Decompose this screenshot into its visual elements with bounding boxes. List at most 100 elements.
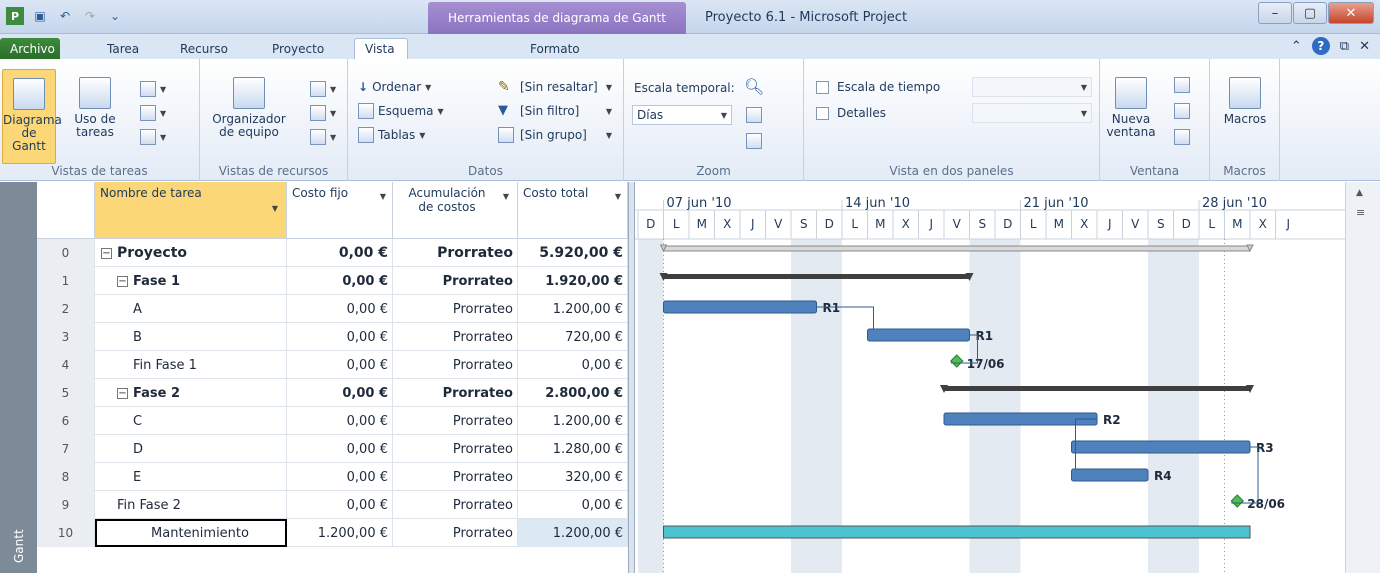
highlight-select[interactable]: [Sin resaltar] ▼ — [516, 77, 616, 97]
collapse-icon[interactable]: − — [117, 387, 128, 399]
outline-button[interactable]: Esquema ▼ — [358, 101, 444, 121]
fixed-cost-cell[interactable]: 0,00 € — [287, 295, 393, 323]
table-row[interactable]: 8 E 0,00 € Prorrateo 320,00 € — [37, 463, 628, 491]
tab-recurso[interactable]: Recurso — [170, 38, 238, 59]
team-planner-button[interactable]: Organizador de equipo — [204, 77, 294, 139]
tab-vista[interactable]: Vista — [354, 38, 408, 59]
cost-accrual-cell[interactable]: Prorrateo — [393, 463, 518, 491]
table-row[interactable]: 6 C 0,00 € Prorrateo 1.200,00 € — [37, 407, 628, 435]
details-checkbox[interactable]: Detalles — [816, 103, 886, 123]
row-id-cell[interactable]: 1 — [37, 267, 95, 295]
row-id-cell[interactable]: 9 — [37, 491, 95, 519]
header-select-all[interactable] — [37, 182, 95, 239]
fixed-cost-cell[interactable]: 0,00 € — [287, 379, 393, 407]
hide-window-icon[interactable] — [1174, 103, 1190, 119]
minimize-ribbon-icon[interactable]: ⌃ — [1291, 39, 1302, 54]
table-row[interactable]: 9 Fin Fase 2 0,00 € Prorrateo 0,00 € — [37, 491, 628, 519]
fixed-cost-cell[interactable]: 0,00 € — [287, 407, 393, 435]
task-name-cell[interactable]: Fin Fase 2 — [95, 491, 287, 519]
undo-icon[interactable]: ↶ — [56, 7, 74, 25]
fixed-cost-cell[interactable]: 1.200,00 € — [287, 519, 393, 547]
customize-toolbar-icon[interactable]: ⌄ — [106, 7, 124, 25]
other-views-button[interactable]: ▼ — [140, 127, 166, 147]
total-cost-cell[interactable]: 5.920,00 € — [518, 239, 628, 267]
task-name-cell[interactable]: B — [95, 323, 287, 351]
cost-accrual-cell[interactable]: Prorrateo — [393, 267, 518, 295]
timeline-checkbox[interactable]: Escala de tiempo — [816, 77, 940, 97]
cost-accrual-cell[interactable]: Prorrateo — [393, 239, 518, 267]
new-window-button[interactable]: Nueva ventana — [1106, 77, 1156, 139]
cost-accrual-cell[interactable]: Prorrateo — [393, 351, 518, 379]
table-row[interactable]: 3 B 0,00 € Prorrateo 720,00 € — [37, 323, 628, 351]
group-select[interactable]: [Sin grupo] ▼ — [516, 125, 616, 145]
table-row[interactable]: 10 Mantenimiento 1.200,00 € Prorrateo 1.200,… — [37, 519, 628, 547]
maximize-button[interactable]: ▢ — [1293, 2, 1327, 24]
resource-sheet-button[interactable]: ▼ — [310, 103, 336, 123]
cost-accrual-cell[interactable]: Prorrateo — [393, 295, 518, 323]
filter-select[interactable]: [Sin filtro] ▼ — [516, 101, 616, 121]
minimize-button[interactable]: – — [1258, 2, 1292, 24]
row-id-cell[interactable]: 6 — [37, 407, 95, 435]
restore-window-icon[interactable]: ⧉ — [1340, 39, 1349, 54]
row-id-cell[interactable]: 10 — [37, 519, 95, 547]
task-name-cell[interactable]: − Proyecto — [95, 239, 287, 267]
total-cost-cell[interactable]: 720,00 € — [518, 323, 628, 351]
row-id-cell[interactable]: 7 — [37, 435, 95, 463]
fixed-cost-cell[interactable]: 0,00 € — [287, 463, 393, 491]
table-row[interactable]: 4 Fin Fase 1 0,00 € Prorrateo 0,00 € — [37, 351, 628, 379]
total-cost-cell[interactable]: 0,00 € — [518, 491, 628, 519]
calendar-button[interactable]: ▼ — [140, 103, 166, 123]
tab-archivo[interactable]: Archivo — [0, 38, 60, 59]
task-name-cell[interactable]: − Fase 1 — [95, 267, 287, 295]
table-row[interactable]: 2 A 0,00 € Prorrateo 1.200,00 € — [37, 295, 628, 323]
other-resource-views-button[interactable]: ▼ — [310, 127, 336, 147]
table-row[interactable]: 1 − Fase 1 0,00 € Prorrateo 1.920,00 € — [37, 267, 628, 295]
row-id-cell[interactable]: 8 — [37, 463, 95, 491]
save-icon[interactable]: ▣ — [31, 7, 49, 25]
header-cost-accrual[interactable]: Acumulación de costos ▼ — [393, 182, 518, 239]
tables-button[interactable]: Tablas ▼ — [358, 125, 425, 145]
total-cost-cell[interactable]: 1.920,00 € — [518, 267, 628, 295]
total-cost-cell[interactable]: 1.200,00 € — [518, 407, 628, 435]
project-app-icon[interactable]: P — [6, 7, 24, 25]
vertical-scrollbar[interactable]: ▲ ≡ — [1345, 182, 1380, 573]
row-id-cell[interactable]: 0 — [37, 239, 95, 267]
gantt-chart[interactable]: 07 jun '10 14 jun '10 21 jun '10 28 jun '10… — [635, 182, 1345, 573]
collapse-icon[interactable]: − — [117, 275, 128, 287]
zoom-icon[interactable]: 🔍︎ — [744, 77, 764, 96]
header-total-cost[interactable]: Costo total ▼ — [518, 182, 628, 239]
view-bar[interactable]: Gantt — [0, 182, 37, 573]
selected-tasks-icon[interactable] — [746, 133, 762, 149]
redo-icon[interactable]: ↷ — [81, 7, 99, 25]
table-row[interactable]: 7 D 0,00 € Prorrateo 1.280,00 € — [37, 435, 628, 463]
fixed-cost-cell[interactable]: 0,00 € — [287, 351, 393, 379]
total-cost-cell[interactable]: 1.200,00 € — [518, 295, 628, 323]
entire-project-icon[interactable] — [746, 107, 762, 123]
total-cost-cell[interactable]: 2.800,00 € — [518, 379, 628, 407]
row-id-cell[interactable]: 4 — [37, 351, 95, 379]
row-id-cell[interactable]: 2 — [37, 295, 95, 323]
header-task-name[interactable]: Nombre de tarea ▼ — [95, 182, 287, 239]
fixed-cost-cell[interactable]: 0,00 € — [287, 323, 393, 351]
tab-proyecto[interactable]: Proyecto — [262, 38, 334, 59]
cost-accrual-cell[interactable]: Prorrateo — [393, 407, 518, 435]
switch-windows-icon[interactable] — [1174, 129, 1190, 145]
header-fixed-cost[interactable]: Costo fijo ▼ — [287, 182, 393, 239]
total-cost-cell[interactable]: 1.280,00 € — [518, 435, 628, 463]
task-name-cell[interactable]: A — [95, 295, 287, 323]
sort-button[interactable]: ↓ Ordenar ▼ — [358, 77, 431, 97]
table-row[interactable]: 0 − Proyecto 0,00 € Prorrateo 5.920,00 € — [37, 239, 628, 267]
timeline-select[interactable]: ▼ — [972, 77, 1092, 97]
total-cost-cell[interactable]: 0,00 € — [518, 351, 628, 379]
fixed-cost-cell[interactable]: 0,00 € — [287, 435, 393, 463]
resource-usage-button[interactable]: ▼ — [310, 79, 336, 99]
collapse-icon[interactable]: − — [101, 247, 112, 259]
total-cost-cell[interactable]: 1.200,00 € — [518, 519, 628, 547]
cost-accrual-cell[interactable]: Prorrateo — [393, 491, 518, 519]
close-window-icon[interactable]: ✕ — [1359, 39, 1370, 54]
fixed-cost-cell[interactable]: 0,00 € — [287, 239, 393, 267]
cost-accrual-cell[interactable]: Prorrateo — [393, 519, 518, 547]
gantt-chart-button[interactable]: Diagrama de Gantt — [2, 69, 62, 164]
tab-tarea[interactable]: Tarea — [97, 38, 149, 59]
task-name-cell[interactable]: Fin Fase 1 — [95, 351, 287, 379]
